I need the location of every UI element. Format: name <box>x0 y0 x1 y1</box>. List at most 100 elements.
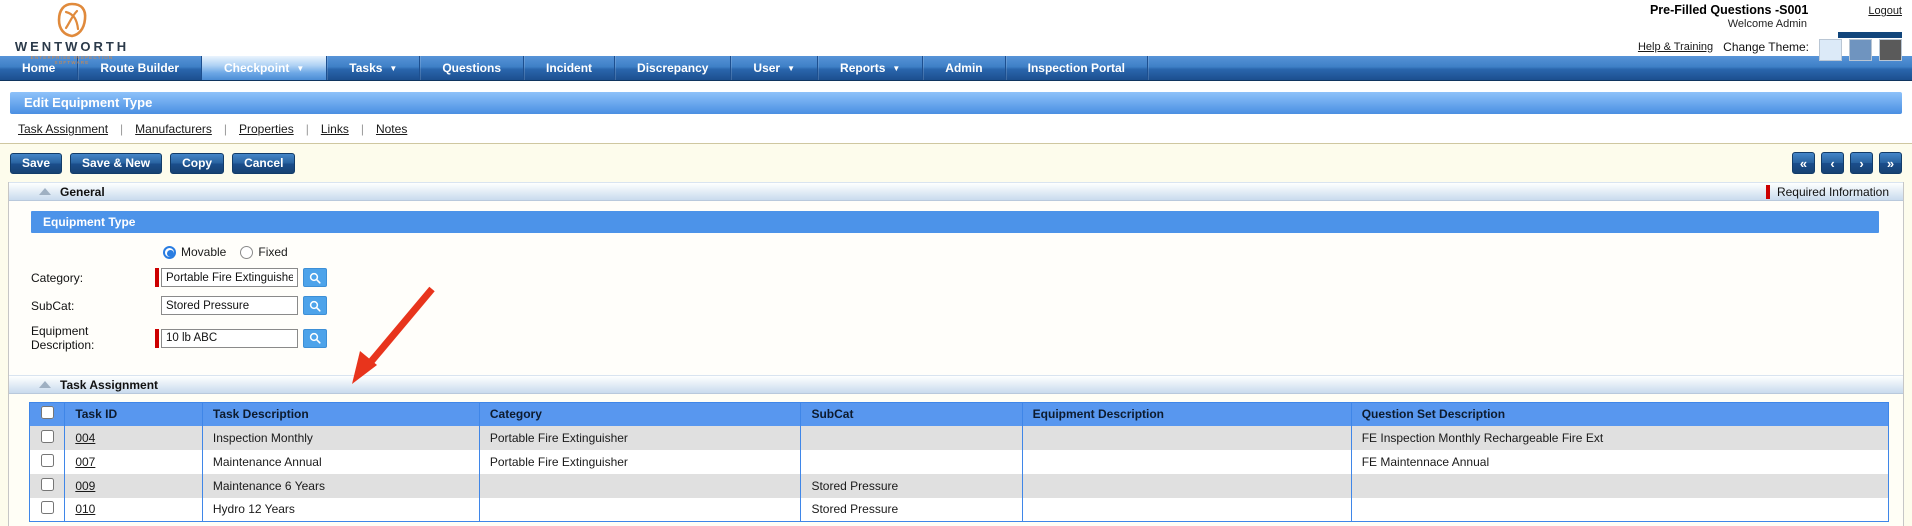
question-set-cell <box>1350 497 1889 522</box>
subcat-cell <box>800 425 1023 450</box>
row-checkbox[interactable] <box>40 429 54 443</box>
lookup-button[interactable] <box>303 296 327 315</box>
task-id-link[interactable]: 010 <box>75 502 95 516</box>
search-icon <box>309 272 321 284</box>
toolbar-button[interactable]: Copy <box>170 152 225 174</box>
theme-swatch[interactable] <box>1879 39 1902 61</box>
field-input[interactable] <box>161 296 298 315</box>
tab-link[interactable]: Manufacturers <box>131 122 216 136</box>
collapse-icon[interactable] <box>39 381 51 388</box>
nav-item[interactable]: Admin ▼ <box>923 56 1006 80</box>
radio-icon <box>240 245 254 259</box>
field-input[interactable] <box>161 268 298 287</box>
change-theme-label: Change Theme: <box>1723 39 1809 54</box>
form-field-row: Equipment Description: <box>31 324 1879 352</box>
chevron-down-icon: ▼ <box>389 64 398 73</box>
required-marker <box>155 268 159 287</box>
question-set-cell: FE Maintennace Annual <box>1350 449 1889 474</box>
nav-item-label: Questions <box>442 61 502 75</box>
toolbar-button[interactable]: Save & New <box>70 152 163 174</box>
toolbar-button[interactable]: Save <box>10 152 63 174</box>
field-label: SubCat: <box>31 298 75 313</box>
mobility-radio-group: Movable Fixed <box>163 245 1879 259</box>
equipment-type-form: Equipment Type Movable Fixed Category: P… <box>9 201 1903 375</box>
nav-item-label: Inspection Portal <box>1027 61 1125 75</box>
title-wrap: Edit Equipment Type <box>0 81 1912 114</box>
equipment-description-cell <box>1021 497 1352 522</box>
column-header: Category <box>478 402 801 426</box>
nav-item[interactable]: Discrepancy ▼ <box>615 56 732 80</box>
tab-link[interactable]: Task Assignment <box>14 122 112 136</box>
subcat-cell: Stored Pressure <box>800 497 1023 522</box>
pager-button[interactable]: › <box>1850 152 1873 174</box>
nav-item[interactable]: User ▼ <box>731 56 819 80</box>
nav-item[interactable]: Reports ▼ <box>818 56 924 80</box>
radio-label: Fixed <box>258 245 288 259</box>
equipment-description-cell <box>1021 425 1352 450</box>
lookup-button[interactable] <box>303 268 327 287</box>
nav-item[interactable]: Tasks ▼ <box>327 56 421 80</box>
row-checkbox[interactable] <box>40 453 54 467</box>
nav-item-label: Admin <box>945 61 983 75</box>
task-id-link[interactable]: 007 <box>75 455 95 469</box>
theme-swatch[interactable] <box>1819 39 1842 61</box>
radio-option[interactable]: Movable <box>163 245 226 259</box>
task-description-cell: Inspection Monthly <box>201 425 480 450</box>
question-set-cell <box>1350 473 1889 498</box>
nav-item[interactable]: Checkpoint ▼ <box>202 56 328 80</box>
tab-separator: | <box>360 122 364 136</box>
welcome-text: Welcome Admin <box>1727 18 1807 30</box>
tab-link[interactable]: Links <box>317 122 353 136</box>
toolbar-button[interactable]: Cancel <box>232 152 296 174</box>
brand-logo: WENTWORTH ENTERPRISE INSPECTION SOFTWARE <box>12 2 132 65</box>
tab-link[interactable]: Notes <box>372 122 411 136</box>
table-header-row: Task ID Task Description Category SubCat Equ… <box>29 402 1889 426</box>
row-checkbox[interactable] <box>40 501 54 515</box>
equipment-description-cell <box>1021 449 1352 474</box>
equipment-type-section-title: Equipment Type <box>31 211 1879 233</box>
task-assignment-section-title: Task Assignment <box>60 377 159 392</box>
task-id-link[interactable]: 004 <box>75 431 95 445</box>
collapse-icon[interactable] <box>39 188 51 195</box>
help-training-link[interactable]: Help & Training <box>1638 41 1713 53</box>
nav-item-label: Discrepancy <box>637 61 709 75</box>
pager-button[interactable]: ‹ <box>1821 152 1844 174</box>
top-bar: WENTWORTH ENTERPRISE INSPECTION SOFTWARE… <box>0 0 1912 65</box>
nav-item-label: Checkpoint <box>224 61 290 75</box>
tab-separator: | <box>120 122 124 136</box>
logout-link[interactable]: Logout <box>1868 5 1902 17</box>
category-cell: Portable Fire Extinguisher <box>478 425 801 450</box>
nav-item[interactable]: Inspection Portal ▼ <box>1006 56 1148 80</box>
tab-link[interactable]: Properties <box>235 122 298 136</box>
task-table-wrap: Task ID Task Description Category SubCat Equ… <box>9 394 1903 526</box>
nav-item-label: Reports <box>840 61 886 75</box>
user-bar: Pre-Filled Questions -S001 Logout Welcom… <box>1638 3 1902 61</box>
tab-separator: | <box>305 122 309 136</box>
theme-swatch[interactable] <box>1849 39 1872 61</box>
field-input[interactable] <box>161 328 298 348</box>
row-checkbox[interactable] <box>40 477 54 491</box>
nav-item[interactable]: Incident ▼ <box>524 56 616 80</box>
row-select-cell <box>30 498 65 522</box>
category-cell <box>478 497 801 522</box>
theme-swatches <box>1819 32 1902 61</box>
chevron-down-icon: ▼ <box>296 64 305 73</box>
subcat-cell: Stored Pressure <box>800 473 1023 498</box>
nav-item-label: Incident <box>546 61 593 75</box>
nav-item[interactable]: Questions ▼ <box>420 56 525 80</box>
row-select-cell <box>30 474 65 498</box>
row-select-cell <box>30 426 65 450</box>
leaf-logo-icon <box>57 2 87 38</box>
required-note: Required Information <box>1765 184 1889 199</box>
pager-button[interactable]: » <box>1879 152 1902 174</box>
radio-option[interactable]: Fixed <box>240 245 288 259</box>
form-field-row: SubCat: <box>31 296 1879 315</box>
tab-bar: Task Assignment | Manufacturers | Properti… <box>0 114 1912 144</box>
task-id-link[interactable]: 009 <box>75 479 95 493</box>
lookup-button[interactable] <box>303 328 327 348</box>
select-all-checkbox[interactable] <box>40 406 54 420</box>
table-row: 010 Hydro 12 Years Stored Pressure <box>29 497 1889 522</box>
search-icon <box>309 300 321 312</box>
pager-button[interactable]: « <box>1792 152 1815 174</box>
required-marker <box>1765 184 1770 199</box>
